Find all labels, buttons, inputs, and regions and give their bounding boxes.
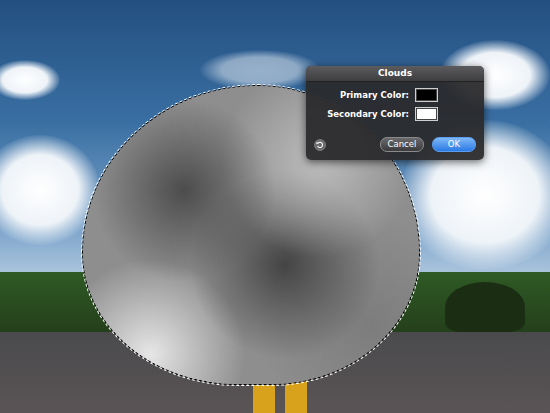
dialog-title: Clouds bbox=[306, 66, 484, 82]
tree bbox=[445, 282, 525, 332]
cloud bbox=[200, 50, 320, 90]
color-swatch[interactable] bbox=[415, 107, 438, 121]
color-label: Secondary Color: bbox=[314, 109, 409, 119]
cloud bbox=[0, 60, 60, 100]
color-label: Primary Color: bbox=[314, 90, 409, 100]
image-canvas[interactable]: Clouds Primary Color: Secondary Color: Canc… bbox=[0, 0, 550, 413]
color-swatch[interactable] bbox=[415, 88, 438, 102]
clouds-dialog: Clouds Primary Color: Secondary Color: Canc… bbox=[306, 66, 484, 160]
dialog-button[interactable]: OK bbox=[432, 137, 476, 152]
reset-icon[interactable] bbox=[314, 139, 326, 151]
dialog-button[interactable]: Cancel bbox=[380, 137, 424, 152]
